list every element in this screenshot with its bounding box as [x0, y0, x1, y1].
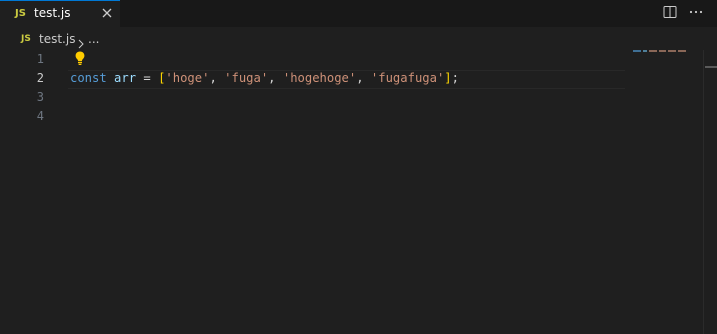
lightbulb-icon[interactable] [73, 50, 87, 66]
breadcrumb-file[interactable]: test.js [39, 31, 75, 47]
code-string: 'hoge' [165, 71, 210, 85]
code-keyword: const [70, 71, 107, 85]
code-line-2: const arr = ['hoge', 'fuga', 'hogehoge',… [70, 69, 459, 88]
line-number: 3 [36, 90, 44, 104]
vertical-scrollbar[interactable] [703, 50, 717, 334]
code-operator: = [143, 71, 151, 85]
split-editor-icon[interactable] [662, 4, 678, 20]
code-comma: , [209, 71, 217, 85]
line-number: 1 [36, 52, 44, 66]
line-number: 2 [36, 71, 44, 85]
scrollbar-cursor-marker [705, 66, 717, 68]
code-comma: , [268, 71, 276, 85]
tab-test-js[interactable]: JS test.js [0, 0, 120, 27]
breadcrumb-js-icon: JS [21, 34, 31, 44]
more-actions-icon[interactable] [688, 4, 704, 20]
minimap[interactable] [633, 50, 686, 52]
tab-bar: JS test.js [0, 0, 717, 27]
code-string: 'hogehoge' [282, 71, 357, 85]
chevron-right-icon [77, 34, 85, 49]
code-string: 'fuga' [224, 71, 269, 85]
tab-label: test.js [34, 6, 71, 20]
code-string: 'fugafuga' [370, 71, 445, 85]
editor-window: JS test.js JS test.js ... 1 2 3 4 const … [0, 0, 717, 334]
js-file-icon: JS [15, 8, 26, 19]
breadcrumb-symbols[interactable]: ... [88, 31, 99, 47]
code-editor[interactable]: 1 2 3 4 const arr = ['hoge', 'fuga', 'ho… [0, 50, 717, 334]
breadcrumb: JS test.js ... [0, 28, 717, 50]
code-semicolon: ; [451, 71, 459, 85]
code-variable: arr [114, 71, 137, 85]
code-comma: , [356, 71, 364, 85]
code-bracket-close: ] [444, 71, 452, 85]
line-number: 4 [36, 109, 44, 123]
close-icon[interactable] [98, 4, 116, 22]
